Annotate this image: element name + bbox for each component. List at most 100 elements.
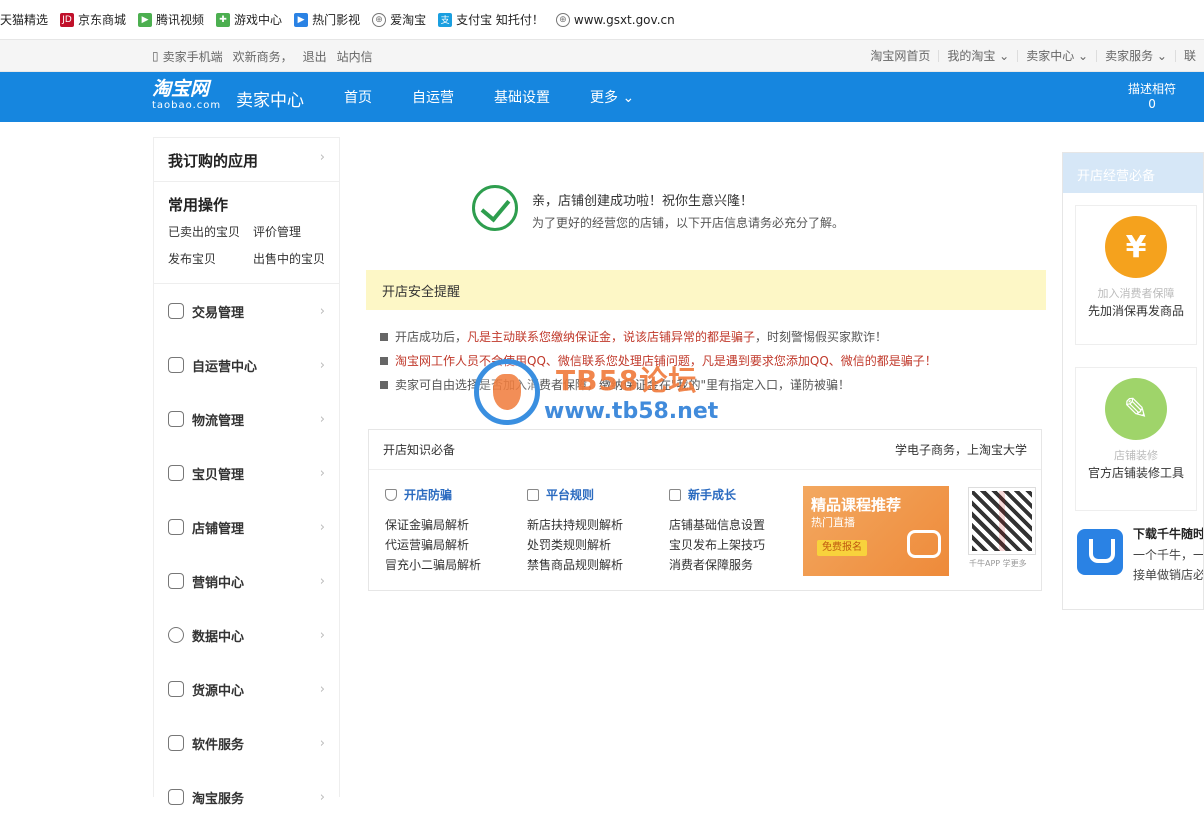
logo-text: 淘宝网 [152,78,210,100]
bookmark-alipay[interactable]: 支支付宝 知托付！ [438,11,544,28]
free-signup-button[interactable]: 免费报名 [817,540,867,556]
sidebar-item-taobao-service[interactable]: 淘宝服务 › [154,770,339,824]
truck-icon [168,411,184,427]
bookmark-tmall[interactable]: 天猫精选 [0,11,48,28]
store-decoration-card[interactable]: ✎ 店铺装修 官方店铺装修工具 [1075,367,1197,511]
sidebar-item-logistics[interactable]: 物流管理 › [154,392,339,446]
chevron-right-icon: › [319,303,325,319]
bullet-icon [380,333,388,341]
tencent-video-icon: ▶ [138,12,153,27]
bookmark-hot-movies[interactable]: ▶ 热门影视 [294,11,360,28]
bullet-icon [380,381,388,389]
column-title: 平台规则 [546,488,595,502]
column-title: 新手成长 [688,488,737,502]
yuan-icon: ¥ [1105,216,1167,278]
username-link[interactable]: 欢新商务， [233,48,293,65]
main-nav: 淘宝网 taobao.com 卖家中心 首页 自运营 基础设置 更多 ⌄ 描述相… [0,72,1204,122]
bookmark-label: www.gsxt.gov.cn [573,12,675,27]
chevron-right-icon: › [319,681,325,697]
bookmark-label: 京东商城 [78,13,127,27]
bullet-icon [380,357,388,365]
warning-item: 开店成功后， 凡是主动联系您缴纳保证金，说该店铺异常的都是骗子 ，时刻警惕假买家欺诈… [380,325,937,349]
promo-title: 精品课程推荐 [811,496,902,514]
bookmark-game-center[interactable]: ✚ 游戏中心 [216,11,282,28]
sidebar-item-data[interactable]: 数据中心 › [154,608,339,662]
knowledge-link[interactable]: 新店扶持规则解析 [527,515,669,535]
bookmark-tencent-video[interactable]: ▶ 腾讯视频 [138,11,204,28]
seller-mobile-link[interactable]: 卖家手机端 [163,48,223,65]
sidebar-item-trade[interactable]: 交易管理 › [154,284,339,338]
chevron-right-icon: › [319,573,325,589]
chat-icon [168,357,184,373]
chevron-right-icon: › [319,465,325,481]
sidebar-item-marketing[interactable]: 营销中心 › [154,554,339,608]
bookmark-ai-taobao[interactable]: ⊕ 爱淘宝 [372,11,426,28]
course-promo-banner[interactable]: 精品课程推荐 热门直播 免费报名 [803,486,949,576]
knowledge-link[interactable]: 处罚类规则解析 [527,535,669,555]
knowledge-link[interactable]: 冒充小二骗局解析 [385,555,527,575]
grid-icon [168,735,184,751]
sidebar-item-software[interactable]: 软件服务 › [154,716,339,770]
nav-basic-settings[interactable]: 基础设置 [494,87,550,107]
nav-self-operation[interactable]: 自运营 [412,87,454,107]
chevron-right-icon: › [319,357,325,373]
phone-icon: ▯ [152,49,159,63]
knowledge-link[interactable]: 消费者保障服务 [669,555,811,575]
sidebar-item-products[interactable]: 宝贝管理 › [154,446,339,500]
sidebar-common-ops: 常用操作 已卖出的宝贝 评价管理 发布宝贝 出售中的宝贝 [154,182,339,284]
warning-text: 卖家可自由选择是否加入消费者保障，缴纳保证金在"我的"里有指定入口，谨防被骗！ [395,378,851,392]
knowledge-link[interactable]: 保证金骗局解析 [385,515,527,535]
compass-icon [168,627,184,643]
contact-link[interactable]: 联 [1174,50,1204,62]
seller-center-dropdown[interactable]: 卖家中心 ⌄ [1017,50,1096,62]
nav-more-dropdown[interactable]: 更多 ⌄ [590,87,634,107]
card-text: 先加消保再发商品 [1087,304,1184,318]
knowledge-link[interactable]: 店铺基础信息设置 [669,515,811,535]
sidebar-my-apps[interactable]: 我订购的应用 › [154,138,339,182]
knowledge-link[interactable]: 禁售商品规则解析 [527,555,669,575]
rating-value: 0 [1148,97,1156,111]
my-taobao-dropdown[interactable]: 我的淘宝 ⌄ [938,50,1017,62]
globe-icon: ⊕ [372,12,387,27]
taobao-university-link[interactable]: 学电子商务，上淘宝大学 [895,441,1027,458]
link-items-on-sale[interactable]: 出售中的宝贝 [253,250,338,267]
link-review-manage[interactable]: 评价管理 [253,223,338,240]
bookmark-jd[interactable]: JD 京东商城 [60,11,126,28]
bookmark-label: 游戏中心 [234,13,283,27]
knowledge-title: 开店知识必备 [383,443,456,457]
sidebar-item-label: 营销中心 [192,575,245,591]
rating-label: 描述相符 [1128,82,1177,96]
sidebar-item-sourcing[interactable]: 货源中心 › [154,662,339,716]
sidebar-item-label: 软件服务 [192,737,245,753]
taobao-home-link[interactable]: 淘宝网首页 [862,50,938,62]
bookmark-label: 腾讯视频 [156,13,205,27]
messages-link[interactable]: 站内信 [337,48,373,65]
shield-icon [385,488,397,501]
seller-service-dropdown[interactable]: 卖家服务 ⌄ [1096,50,1175,62]
success-title: 亲，店铺创建成功啦！祝你生意兴隆！ [532,194,754,209]
nav-home[interactable]: 首页 [344,87,372,107]
bookmarks-bar: 天猫精选 JD 京东商城 ▶ 腾讯视频 ✚ 游戏中心 ▶ 热门影视 ⊕ 爱淘宝 支支付宝 … [0,0,1204,40]
service-icon [168,789,184,805]
consumer-protection-card[interactable]: ¥ 加入消费者保障 先加消保再发商品 [1075,205,1197,345]
knowledge-link[interactable]: 宝贝发布上架技巧 [669,535,811,555]
logout-link[interactable]: 退出 [303,48,327,65]
card-text: 官方店铺装修工具 [1087,466,1184,480]
security-warnings: 开店成功后， 凡是主动联系您缴纳保证金，说该店铺异常的都是骗子 ，时刻警惕假买家欺诈… [380,325,937,397]
warning-highlight: 凡是主动联系您缴纳保证金，说该店铺异常的都是骗子 [467,330,756,344]
warning-item: 淘宝网工作人员不会使用QQ、微信联系您处理店铺问题，凡是遇到要求您添加QQ、微信… [380,349,937,373]
sidebar-item-store[interactable]: 店铺管理 › [154,500,339,554]
link-publish-item[interactable]: 发布宝贝 [168,250,253,267]
link-sold-items[interactable]: 已卖出的宝贝 [168,223,253,240]
bookmark-gsxt[interactable]: ⊕ www.gsxt.gov.cn [555,12,675,27]
download-title: 下载千牛随时 [1133,527,1204,541]
rating-summary[interactable]: 描述相符 0 [1128,82,1176,112]
brush-icon: ✎ [1105,378,1167,440]
check-circle-icon [472,185,518,231]
store-icon [168,519,184,535]
knowledge-column-rules: 平台规则 新店扶持规则解析 处罚类规则解析 禁售商品规则解析 [527,486,669,575]
sidebar-item-self-operation[interactable]: 自运营中心 › [154,338,339,392]
knowledge-link[interactable]: 代运营骗局解析 [385,535,527,555]
warning-highlight: 淘宝网工作人员不会使用QQ、微信联系您处理店铺问题，凡是遇到要求您添加QQ、微信… [395,354,937,368]
taobao-logo[interactable]: 淘宝网 taobao.com [152,78,230,116]
